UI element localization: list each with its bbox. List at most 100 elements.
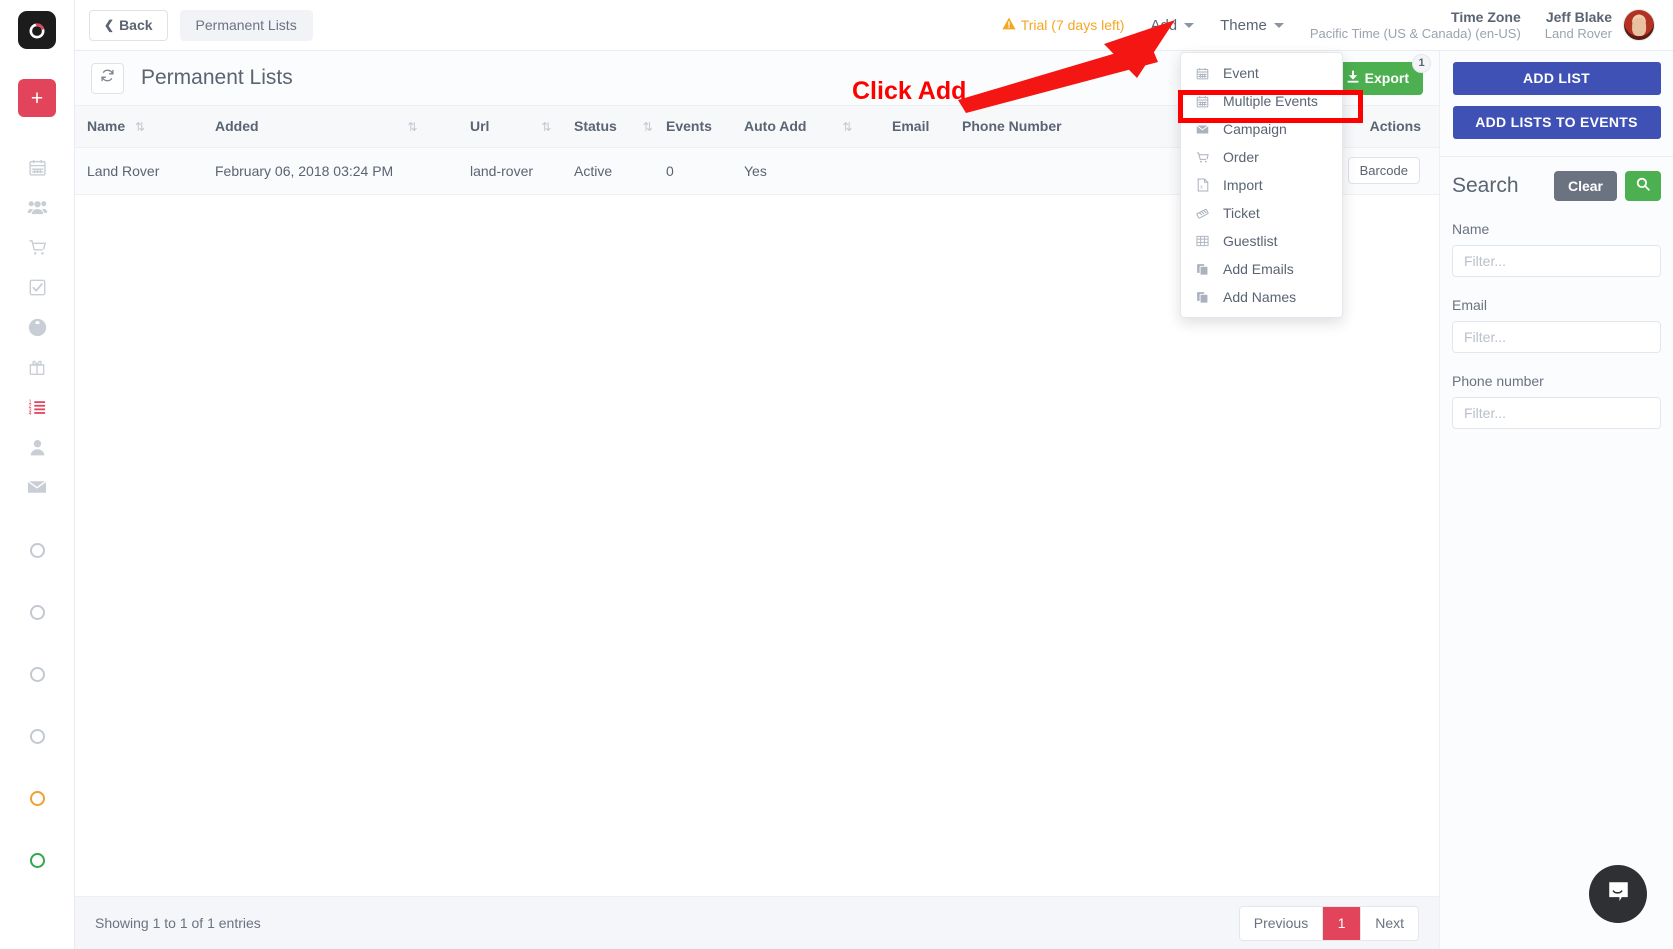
barcode-button[interactable]: Barcode: [1347, 157, 1420, 184]
sidebar-item-orders[interactable]: [0, 227, 75, 267]
back-button-label: Back: [119, 17, 153, 33]
search-panel-title: Search: [1452, 174, 1519, 197]
next-page-button[interactable]: Next: [1361, 906, 1418, 940]
avatar[interactable]: [1623, 9, 1655, 41]
sidebar-item-circle-3[interactable]: [0, 654, 75, 694]
page-number-button[interactable]: 1: [1323, 906, 1362, 940]
dropdown-item-label: Campaign: [1223, 121, 1287, 137]
column-header-email[interactable]: Email: [880, 106, 950, 148]
timezone-title: Time Zone: [1451, 9, 1521, 25]
add-menu-button[interactable]: Add: [1150, 17, 1195, 34]
column-label: Auto Add: [744, 118, 807, 135]
dropdown-item-add-names[interactable]: Add Names: [1181, 283, 1342, 311]
calendar-icon: [1195, 67, 1210, 80]
refresh-icon: [100, 68, 115, 88]
column-header-events[interactable]: Events: [654, 106, 732, 148]
column-label: Email: [892, 118, 930, 135]
chevron-down-icon: [1184, 22, 1195, 28]
right-sidebar: ADD LIST ADD LISTS TO EVENTS Search Clea…: [1439, 51, 1673, 949]
name-filter-input[interactable]: [1452, 245, 1661, 277]
column-label: Phone Number: [962, 118, 1062, 135]
column-header-added[interactable]: Added ⇅: [203, 106, 458, 148]
annotation-label: Click Add: [852, 77, 967, 105]
sidebar-item-circle-2[interactable]: [0, 592, 75, 632]
dropdown-item-import[interactable]: x Import: [1181, 171, 1342, 199]
sidebar-item-calendar[interactable]: [0, 147, 75, 187]
svg-text:x: x: [1200, 184, 1203, 190]
email-filter-input[interactable]: [1452, 321, 1661, 353]
person-icon: [29, 438, 46, 457]
export-badge: 1: [1412, 53, 1431, 73]
column-label: Events: [666, 118, 712, 135]
sidebar-item-circle-green[interactable]: [0, 840, 75, 880]
sidebar-item-users[interactable]: [0, 187, 75, 227]
sort-icon[interactable]: ⇅: [842, 120, 852, 134]
dropdown-item-guestlist[interactable]: Guestlist: [1181, 227, 1342, 255]
column-label: Status: [574, 118, 617, 135]
entries-info: Showing 1 to 1 of 1 entries: [95, 915, 261, 931]
sidebar-item-tasks[interactable]: [0, 267, 75, 307]
breadcrumb[interactable]: Permanent Lists: [179, 9, 313, 41]
dropdown-item-ticket[interactable]: Ticket: [1181, 199, 1342, 227]
sort-icon[interactable]: ⇅: [407, 120, 417, 134]
back-button[interactable]: ❮ Back: [89, 9, 168, 41]
circle-icon-green: [29, 852, 45, 868]
sort-icon[interactable]: ⇅: [643, 120, 653, 134]
search-submit-button[interactable]: [1625, 171, 1661, 201]
theme-menu-button[interactable]: Theme: [1220, 17, 1284, 34]
column-header-name[interactable]: Name ⇅: [75, 106, 203, 148]
copy-icon: [1195, 291, 1210, 304]
column-header-url[interactable]: Url ⇅: [458, 106, 562, 148]
column-header-phone-number[interactable]: Phone Number: [950, 106, 1156, 148]
sidebar-item-lists[interactable]: 1 2 3 4: [0, 387, 75, 427]
chevron-left-icon: ❮: [104, 18, 115, 32]
cart-icon: [1195, 151, 1210, 164]
circle-icon: [29, 542, 45, 558]
refresh-button[interactable]: [91, 62, 124, 94]
phone-field-label: Phone number: [1452, 373, 1544, 389]
user-menu[interactable]: Jeff Blake Land Rover: [1545, 9, 1655, 41]
users-icon: [27, 198, 48, 217]
app-logo[interactable]: [18, 11, 56, 49]
dropdown-item-label: Ticket: [1223, 205, 1260, 221]
sort-icon[interactable]: ⇅: [135, 120, 145, 134]
sidebar-item-web[interactable]: [0, 307, 75, 347]
sidebar-item-contacts[interactable]: [0, 427, 75, 467]
sort-icon[interactable]: ⇅: [541, 120, 551, 134]
ticket-icon: [1195, 207, 1210, 220]
dropdown-item-order[interactable]: Order: [1181, 143, 1342, 171]
add-list-button[interactable]: ADD LIST: [1452, 62, 1661, 95]
sidebar-item-circle-1[interactable]: [0, 530, 75, 570]
table-footer: Showing 1 to 1 of 1 entries Previous 1 N…: [75, 896, 1439, 949]
chat-launcher-button[interactable]: [1589, 865, 1647, 923]
table-icon: [1195, 235, 1210, 247]
cell-email: [880, 147, 950, 195]
cell-auto-add: Yes: [732, 147, 880, 195]
previous-page-button[interactable]: Previous: [1239, 906, 1324, 940]
dropdown-item-label: Add Emails: [1223, 261, 1294, 277]
column-header-status[interactable]: Status ⇅: [562, 106, 654, 148]
user-name: Jeff Blake: [1545, 9, 1612, 25]
name-field-label: Name: [1452, 221, 1490, 237]
add-lists-to-events-button[interactable]: ADD LISTS TO EVENTS: [1452, 106, 1661, 139]
phone-filter-input[interactable]: [1452, 397, 1661, 429]
quick-add-button[interactable]: +: [18, 79, 56, 117]
trial-badge[interactable]: Trial (7 days left): [1002, 17, 1124, 33]
dropdown-item-label: Order: [1223, 149, 1259, 165]
column-header-auto-add[interactable]: Auto Add ⇅: [732, 106, 880, 148]
cell-phone: [950, 147, 1156, 195]
cell-added: February 06, 2018 03:24 PM: [203, 147, 458, 195]
sidebar-item-mail[interactable]: [0, 467, 75, 507]
clear-button[interactable]: Clear: [1553, 171, 1617, 201]
field-group-email: Email: [1440, 297, 1673, 353]
sidebar-item-promotions[interactable]: [0, 347, 75, 387]
dropdown-item-event[interactable]: Event: [1181, 59, 1342, 87]
dropdown-item-add-emails[interactable]: Add Emails: [1181, 255, 1342, 283]
sidebar-item-circle-4[interactable]: [0, 716, 75, 756]
cell-events: 0: [654, 147, 732, 195]
sidebar-item-circle-orange[interactable]: [0, 778, 75, 818]
cart-icon: [28, 238, 47, 257]
svg-text:4: 4: [28, 411, 31, 417]
copy-icon: [1195, 263, 1210, 276]
cell-name: Land Rover: [75, 147, 203, 195]
